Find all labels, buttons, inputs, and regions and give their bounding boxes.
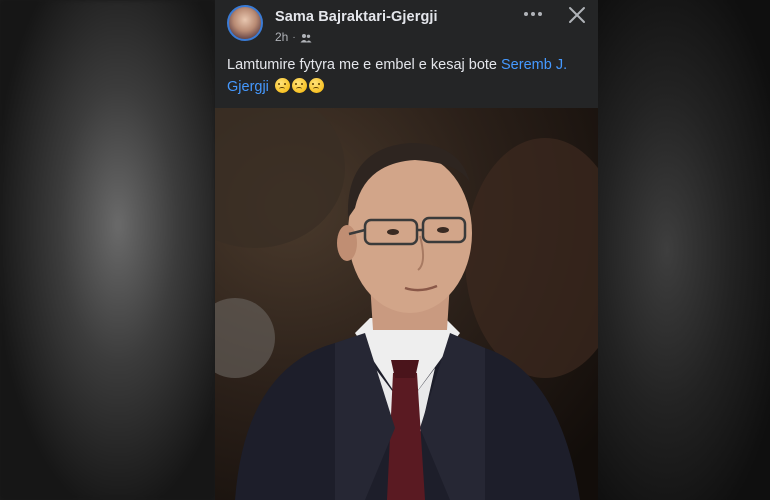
post-caption: Lamtumire fytyra me e embel e kesaj bote…	[227, 54, 589, 98]
avatar[interactable]	[227, 5, 263, 41]
crying-face-icon	[274, 78, 290, 93]
post-time[interactable]: 2h	[275, 30, 288, 44]
more-options-icon[interactable]	[520, 4, 546, 24]
author-name[interactable]: Sama Bajraktari-Gjergji	[275, 9, 438, 25]
crying-face-icon	[308, 78, 324, 93]
post-photo[interactable]	[215, 108, 598, 500]
crying-face-icon	[291, 78, 307, 93]
meta-separator: ·	[292, 31, 296, 43]
caption-text: Lamtumire fytyra me e embel e kesaj bote	[227, 57, 502, 73]
friends-icon	[300, 32, 312, 43]
blurred-background-left	[0, 0, 215, 500]
post-header: Sama Bajraktari-Gjergji 2h ·	[215, 0, 598, 50]
blurred-background-right	[598, 0, 770, 500]
facebook-post: Sama Bajraktari-Gjergji 2h · Lamtumire f…	[215, 0, 598, 500]
close-icon[interactable]	[565, 3, 589, 27]
post-meta: 2h ·	[275, 30, 312, 44]
